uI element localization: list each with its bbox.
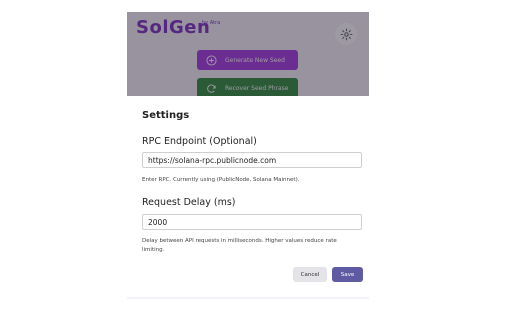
save-button[interactable]: Save bbox=[332, 267, 363, 282]
rpc-endpoint-label: RPC Endpoint (Optional) bbox=[142, 136, 257, 147]
request-delay-hint: Delay between API requests in millisecon… bbox=[142, 238, 337, 253]
cancel-button[interactable]: Cancel bbox=[293, 267, 327, 282]
modal-title: Settings bbox=[142, 110, 190, 121]
rpc-endpoint-input[interactable] bbox=[142, 152, 362, 168]
modal-overlay[interactable] bbox=[127, 12, 369, 96]
request-delay-label: Request Delay (ms) bbox=[142, 197, 236, 208]
request-delay-input[interactable] bbox=[142, 214, 362, 230]
settings-modal: Settings RPC Endpoint (Optional) Enter R… bbox=[127, 96, 369, 297]
extension-popup: SolGen by Atra Generate New Seed Recover… bbox=[127, 12, 369, 299]
rpc-endpoint-hint: Enter RPC. Currently using (PublicNode, … bbox=[142, 177, 300, 183]
